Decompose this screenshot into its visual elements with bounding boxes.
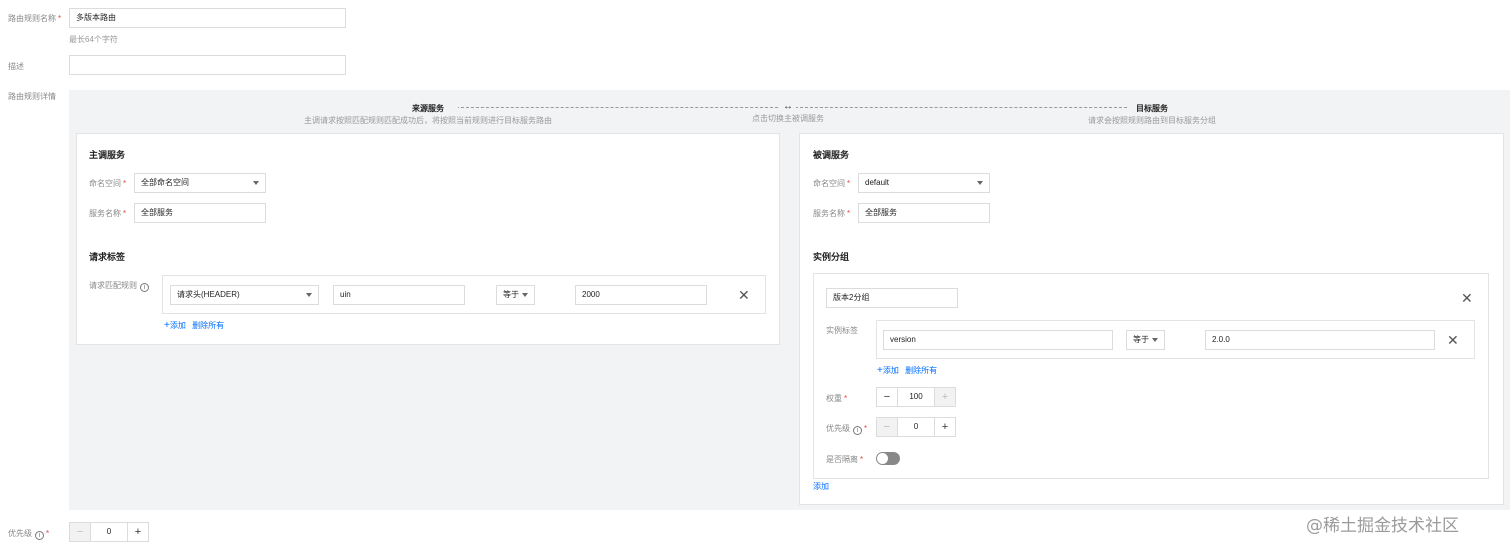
callee-namespace-select[interactable]: default bbox=[858, 173, 990, 193]
rule-type-select[interactable]: 请求头(HEADER) bbox=[170, 285, 319, 305]
description-label: 描述 bbox=[8, 62, 24, 71]
source-service-title: 来源服务 bbox=[398, 103, 458, 114]
tag-key-input[interactable]: version bbox=[883, 330, 1113, 350]
toggle-knob bbox=[877, 453, 888, 464]
match-rule-label: 请求匹配规则 i bbox=[89, 280, 149, 292]
weight-label: 权重 * bbox=[826, 394, 848, 403]
instance-groups-title: 实例分组 bbox=[813, 252, 850, 262]
callee-title: 被调服务 bbox=[813, 150, 850, 160]
info-icon: i bbox=[35, 531, 44, 540]
priority-label: 优先级 i * bbox=[8, 529, 50, 540]
watermark: @稀土掘金技术社区 bbox=[1306, 516, 1459, 536]
request-tags-title: 请求标签 bbox=[89, 252, 126, 262]
rule-name-hint: 最长64个字符 bbox=[69, 35, 118, 44]
chevron-down-icon bbox=[522, 293, 528, 297]
callee-service-label: 服务名称 * bbox=[813, 209, 851, 218]
plus-icon[interactable]: + bbox=[935, 388, 955, 406]
chevron-down-icon bbox=[306, 293, 312, 297]
info-icon: i bbox=[853, 426, 862, 435]
minus-icon[interactable]: − bbox=[70, 523, 90, 541]
target-service-title: 目标服务 bbox=[1127, 103, 1177, 114]
isolate-label: 是否隔离 * bbox=[826, 455, 864, 464]
chevron-down-icon bbox=[253, 181, 259, 185]
group-name-input[interactable]: 版本2分组 bbox=[826, 288, 958, 308]
weight-stepper[interactable]: − 100 + bbox=[876, 387, 956, 407]
instance-tags-label: 实例标签 bbox=[826, 326, 858, 335]
priority-stepper[interactable]: − 0 + bbox=[69, 522, 149, 542]
group-priority-stepper[interactable]: − 0 + bbox=[876, 417, 956, 437]
callee-add-tag-link[interactable]: 添加 bbox=[883, 366, 899, 375]
minus-icon[interactable]: − bbox=[877, 388, 897, 406]
rule-name-input[interactable]: 多版本路由 bbox=[69, 8, 346, 28]
plus-icon[interactable]: + bbox=[128, 523, 148, 541]
rule-key-input[interactable]: uin bbox=[333, 285, 465, 305]
priority-value[interactable]: 0 bbox=[90, 523, 128, 541]
caller-namespace-select[interactable]: 全部命名空间 bbox=[134, 173, 266, 193]
add-group-link[interactable]: 添加 bbox=[813, 481, 829, 492]
tag-value-input[interactable]: 2.0.0 bbox=[1205, 330, 1435, 350]
switch-label[interactable]: 点击切换主被调服务 bbox=[728, 113, 848, 124]
isolate-toggle[interactable] bbox=[876, 452, 900, 465]
close-icon[interactable]: ✕ bbox=[1447, 333, 1459, 347]
caller-rule-actions: +添加 删除所有 bbox=[164, 320, 224, 331]
caller-service-label: 服务名称 * bbox=[89, 209, 127, 218]
callee-namespace-label: 命名空间 * bbox=[813, 179, 851, 188]
minus-icon[interactable]: − bbox=[877, 418, 897, 436]
close-icon[interactable]: ✕ bbox=[1461, 291, 1473, 305]
switch-icon[interactable]: ↔ bbox=[780, 101, 796, 112]
close-icon[interactable]: ✕ bbox=[738, 288, 750, 302]
caller-namespace-label: 命名空间 * bbox=[89, 179, 127, 188]
callee-tag-actions: +添加 删除所有 bbox=[877, 365, 937, 376]
plus-icon[interactable]: + bbox=[935, 418, 955, 436]
group-priority-label: 优先级 i * bbox=[826, 424, 868, 435]
caller-add-link[interactable]: 添加 bbox=[170, 321, 186, 330]
chevron-down-icon bbox=[977, 181, 983, 185]
source-service-desc: 主调请求按照匹配规则匹配成功后，将按照当前规则进行目标服务路由 bbox=[304, 116, 552, 125]
caller-delete-all-link[interactable]: 删除所有 bbox=[192, 321, 224, 330]
rule-value-input[interactable]: 2000 bbox=[575, 285, 707, 305]
callee-service-input[interactable]: 全部服务 bbox=[858, 203, 990, 223]
rule-operator-select[interactable]: 等于 bbox=[496, 285, 535, 305]
caller-title: 主调服务 bbox=[89, 150, 126, 160]
weight-value[interactable]: 100 bbox=[897, 388, 935, 406]
info-icon: i bbox=[140, 283, 149, 292]
rule-name-label: 路由规则名称 * bbox=[8, 14, 62, 23]
target-service-desc: 请求会按照规则路由到目标服务分组 bbox=[1088, 116, 1216, 125]
rule-details-label: 路由规则详情 bbox=[8, 92, 56, 101]
chevron-down-icon bbox=[1152, 338, 1158, 342]
group-priority-value[interactable]: 0 bbox=[897, 418, 935, 436]
caller-service-input[interactable]: 全部服务 bbox=[134, 203, 266, 223]
tag-operator-select[interactable]: 等于 bbox=[1126, 330, 1165, 350]
description-input[interactable] bbox=[69, 55, 346, 75]
callee-delete-all-link[interactable]: 删除所有 bbox=[905, 366, 937, 375]
